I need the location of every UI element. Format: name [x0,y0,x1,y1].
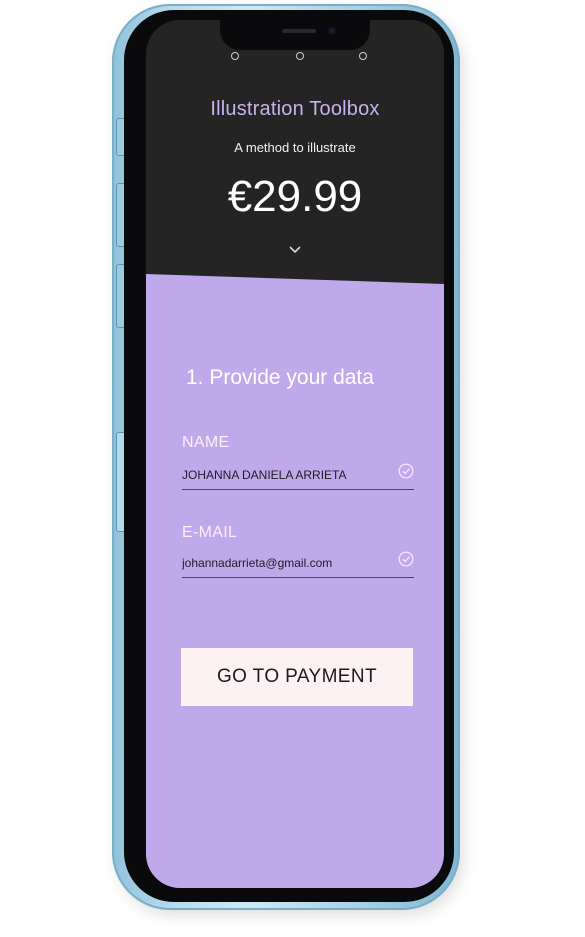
status-indicator-icon [359,52,367,60]
status-indicator-icon [296,52,304,60]
email-label: E-MAIL [182,524,238,541]
check-circle-icon [398,551,414,567]
product-subtitle: A method to illustrate [234,140,356,155]
name-label: NAME [182,434,230,451]
notch [220,20,370,50]
name-field[interactable] [182,464,414,490]
data-form: 1. Provide your data NAME E-MAIL GO TO P… [146,274,444,888]
status-indicator-icon [231,52,239,60]
check-circle-icon [398,463,414,479]
step-title: 1. Provide your data [186,366,374,389]
product-header: Illustration Toolbox A method to illustr… [146,20,444,290]
email-field[interactable] [182,552,414,578]
product-title: Illustration Toolbox [210,98,380,120]
go-to-payment-button[interactable]: GO TO PAYMENT [181,648,413,706]
speaker-grille [282,29,316,33]
front-camera [328,27,336,35]
chevron-down-icon[interactable] [288,244,302,254]
product-price: €29.99 [227,172,363,221]
phone-screen: Illustration Toolbox A method to illustr… [146,20,444,888]
